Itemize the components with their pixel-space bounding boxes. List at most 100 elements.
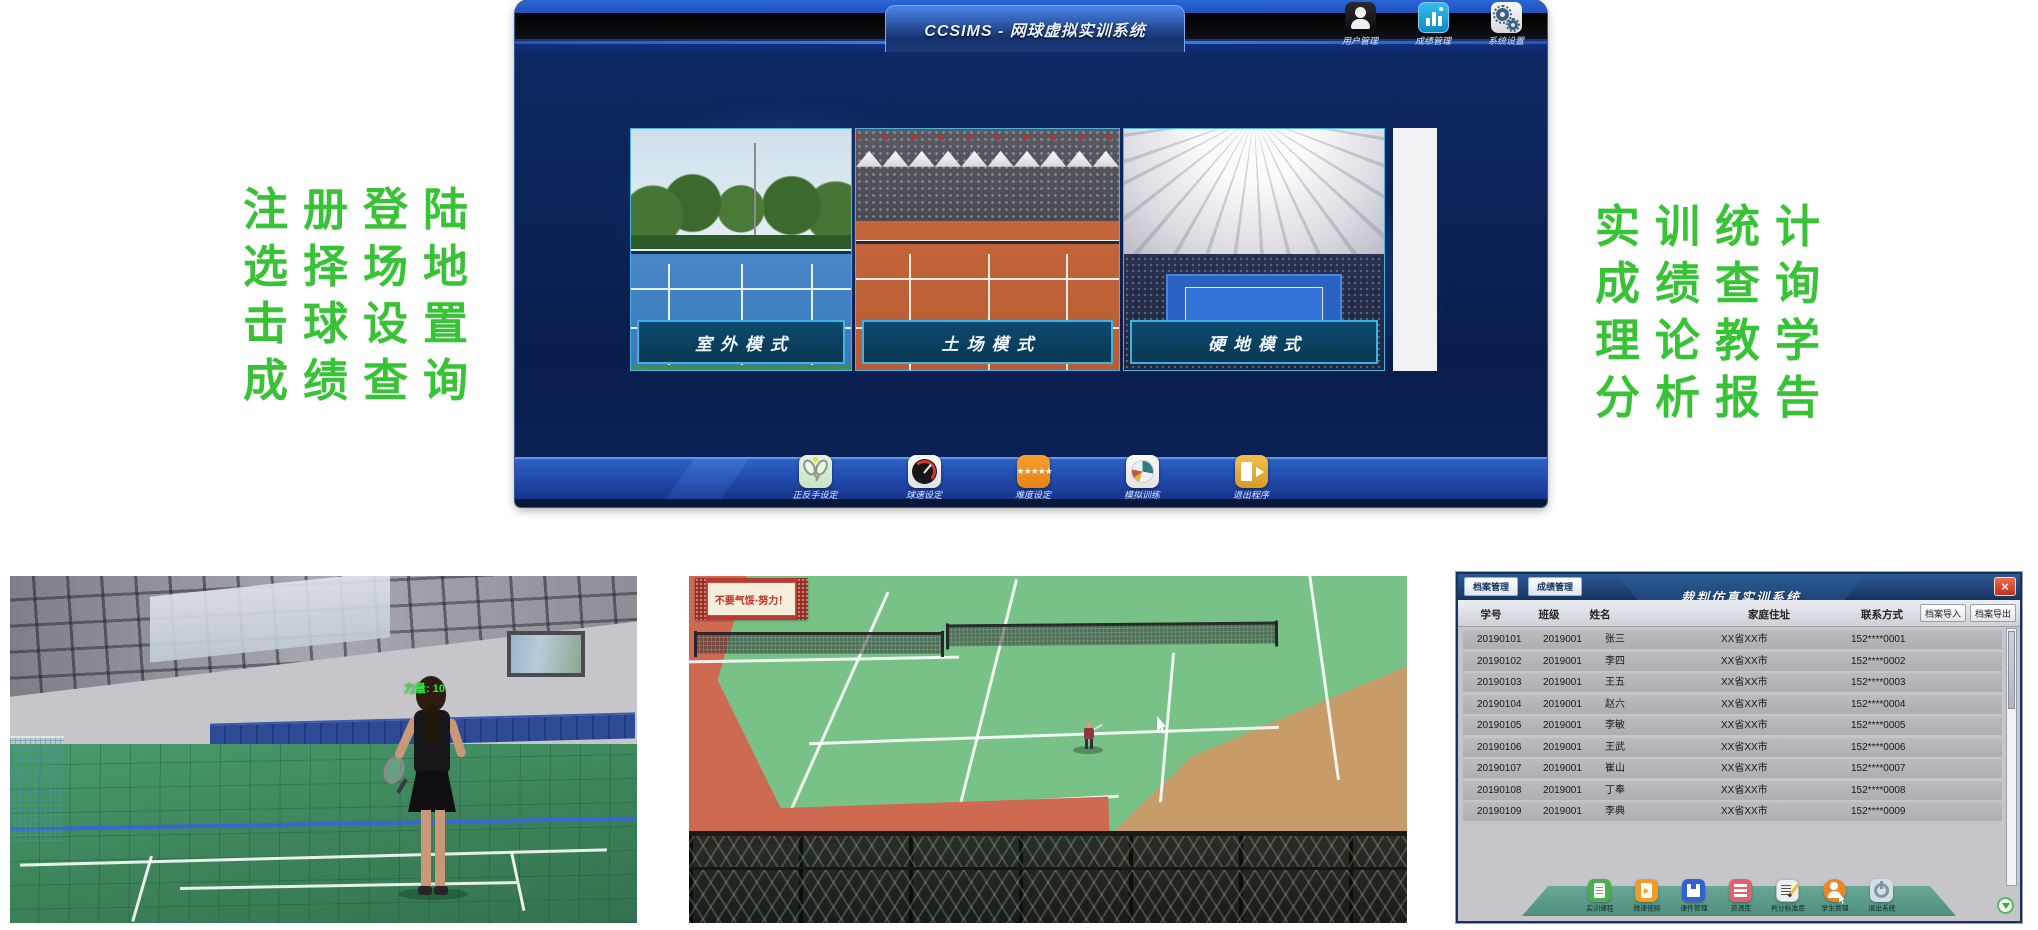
main-window: CCSIMS - 网球虚拟实训系统 用户管理 成绩管理 <box>515 0 1547 507</box>
dock-label: 判分标准库 <box>1771 904 1805 913</box>
system-settings-button[interactable]: 系统设置 <box>1477 2 1535 47</box>
stroke-setting-button[interactable]: 正反手设定 <box>777 455 853 501</box>
feature-line: 成绩查询 <box>243 352 483 409</box>
court-line <box>131 856 153 922</box>
table-row[interactable]: 20190105 2019001 李敏 XX省XX市 152****0005 <box>1463 716 2002 735</box>
archive-import-button[interactable]: 档案导入 <box>1920 604 1966 622</box>
score-management-button[interactable]: 成绩管理 <box>1404 2 1462 47</box>
exit-program-button[interactable]: 退出程序 <box>1213 455 1289 501</box>
hard-mode-button[interactable]: 硬地模式 <box>1130 320 1378 364</box>
card-art-grass-strip <box>631 365 851 370</box>
feature-line: 选择场地 <box>243 238 483 295</box>
cell-class: 2019001 <box>1543 738 1599 757</box>
archive-export-button[interactable]: 档案导出 <box>1970 604 2016 622</box>
feature-line: 注册登陆 <box>243 181 483 238</box>
cell-name: 王武 <box>1605 738 1675 757</box>
court-line <box>957 579 1018 813</box>
feature-line: 实训统计 <box>1595 198 1835 255</box>
skylight <box>150 576 390 663</box>
outdoor-mode-button[interactable]: 室外模式 <box>637 320 845 364</box>
court-line <box>20 848 607 866</box>
player-body <box>1084 728 1094 739</box>
cell-name: 王五 <box>1605 673 1675 692</box>
dock-item-training-courses[interactable]: 实训课程 <box>1580 879 1619 914</box>
table-row[interactable]: 20190107 2019001 崔山 XX省XX市 152****0007 <box>1463 759 2002 778</box>
bar-chart-icon <box>1418 2 1449 33</box>
exit-door-icon <box>1235 455 1268 488</box>
cell-student-id: 20190106 <box>1477 738 1547 757</box>
table-header-row: 学号 班级 姓名 家庭住址 联系方式 档案导入 档案导出 <box>1458 600 2020 627</box>
scrollbar-thumb[interactable] <box>2008 631 2015 709</box>
difficulty-stars-icon <box>1017 455 1050 488</box>
card-art-dome-roof <box>1124 129 1384 254</box>
cell-student-id: 20190103 <box>1477 673 1547 692</box>
table-row[interactable]: 20190108 2019001 丁奉 XX省XX市 152****0008 <box>1463 781 2002 800</box>
ball-speed-button[interactable]: 球速设定 <box>886 455 962 501</box>
chart-bar <box>1438 16 1442 26</box>
dock-item-student-management[interactable]: 学生管理 <box>1815 879 1854 914</box>
cell-student-id: 20190108 <box>1477 781 1547 800</box>
dock-label: 退出系统 <box>1868 904 1895 913</box>
column-student-id: 学号 <box>1468 607 1514 622</box>
user-management-button[interactable]: 用户管理 <box>1331 2 1389 47</box>
card-art-hedge <box>631 235 851 249</box>
cell-address: XX省XX市 <box>1721 716 1837 735</box>
scrollbar-track[interactable] <box>2006 628 2017 886</box>
rackets-icon <box>799 455 832 488</box>
table-row[interactable]: 20190109 2019001 李典 XX省XX市 152****0009 <box>1463 802 2002 821</box>
court-line <box>689 656 959 664</box>
dock-label: 微课视频 <box>1633 904 1660 913</box>
tennis-ball-dot <box>813 457 818 462</box>
speed-gauge-icon <box>908 455 941 488</box>
feature-line: 分析报告 <box>1595 369 1835 426</box>
dock-item-micro-videos[interactable]: 微课视频 <box>1627 879 1666 914</box>
tab-archive-management[interactable]: 档案管理 <box>1464 577 1518 596</box>
feature-list-right: 实训统计 成绩查询 理论教学 分析报告 <box>1595 198 1835 426</box>
table-row[interactable]: 20190101 2019001 张三 XX省XX市 152****0001 <box>1463 630 2002 649</box>
close-button[interactable]: × <box>1994 577 2016 596</box>
dock-item-courseware[interactable]: 课件管理 <box>1674 879 1713 914</box>
table-row[interactable]: 20190102 2019001 李四 XX省XX市 152****0002 <box>1463 652 2002 671</box>
table-row[interactable]: 20190103 2019001 王五 XX省XX市 152****0003 <box>1463 673 2002 692</box>
cell-phone: 152****0007 <box>1851 759 1963 778</box>
records-table-body: 20190101 2019001 张三 XX省XX市 152****0001 2… <box>1463 630 2002 824</box>
tab-score-management[interactable]: 成绩管理 <box>1528 577 1582 596</box>
cell-class: 2019001 <box>1543 759 1599 778</box>
cell-class: 2019001 <box>1543 802 1599 821</box>
feature-list-left: 注册登陆 选择场地 击球设置 成绩查询 <box>243 181 483 409</box>
power-icon <box>1870 879 1893 902</box>
dock-item-resource-library[interactable]: 资源库 <box>1721 879 1760 914</box>
table-row[interactable]: 20190106 2019001 王武 XX省XX市 152****0006 <box>1463 738 2002 757</box>
mode-card-clay[interactable]: 土场模式 <box>855 128 1120 371</box>
cell-student-id: 20190109 <box>1477 802 1547 821</box>
avatar-leg <box>421 810 431 888</box>
cell-phone: 152****0005 <box>1851 716 1963 735</box>
cell-phone: 152****0001 <box>1851 630 1963 649</box>
clay-mode-button[interactable]: 土场模式 <box>862 320 1113 364</box>
cell-address: XX省XX市 <box>1721 673 1837 692</box>
difficulty-button[interactable]: 难度设定 <box>995 455 1071 501</box>
feature-line: 击球设置 <box>243 295 483 352</box>
cell-student-id: 20190107 <box>1477 759 1547 778</box>
cell-class: 2019001 <box>1543 716 1599 735</box>
cell-student-id: 20190101 <box>1477 630 1547 649</box>
mode-card-hard[interactable]: 硬地模式 <box>1123 128 1385 371</box>
player-avatar <box>390 676 474 903</box>
feature-line: 成绩查询 <box>1595 255 1835 312</box>
cell-class: 2019001 <box>1543 652 1599 671</box>
mode-card-outdoor[interactable]: 室外模式 <box>630 128 852 371</box>
dock-label: 课件管理 <box>1680 904 1707 913</box>
banner-inner: 不要气馁·努力！ <box>707 582 796 616</box>
cell-name: 李典 <box>1605 802 1675 821</box>
cell-address: XX省XX市 <box>1721 738 1837 757</box>
dock-item-exit-system[interactable]: 退出系统 <box>1862 879 1901 914</box>
card-art-flags <box>856 136 1119 140</box>
dock-label: 实训课程 <box>1586 904 1613 913</box>
table-row[interactable]: 20190104 2019001 赵六 XX省XX市 152****0004 <box>1463 695 2002 714</box>
player-leg <box>1090 739 1093 749</box>
simulation-training-button[interactable]: 模拟训练 <box>1104 455 1180 501</box>
document-icon <box>1588 879 1611 902</box>
court-floor <box>10 744 637 923</box>
scroll-gutter <box>1393 128 1437 371</box>
dock-item-scoring-standards[interactable]: 判分标准库 <box>1768 879 1807 914</box>
